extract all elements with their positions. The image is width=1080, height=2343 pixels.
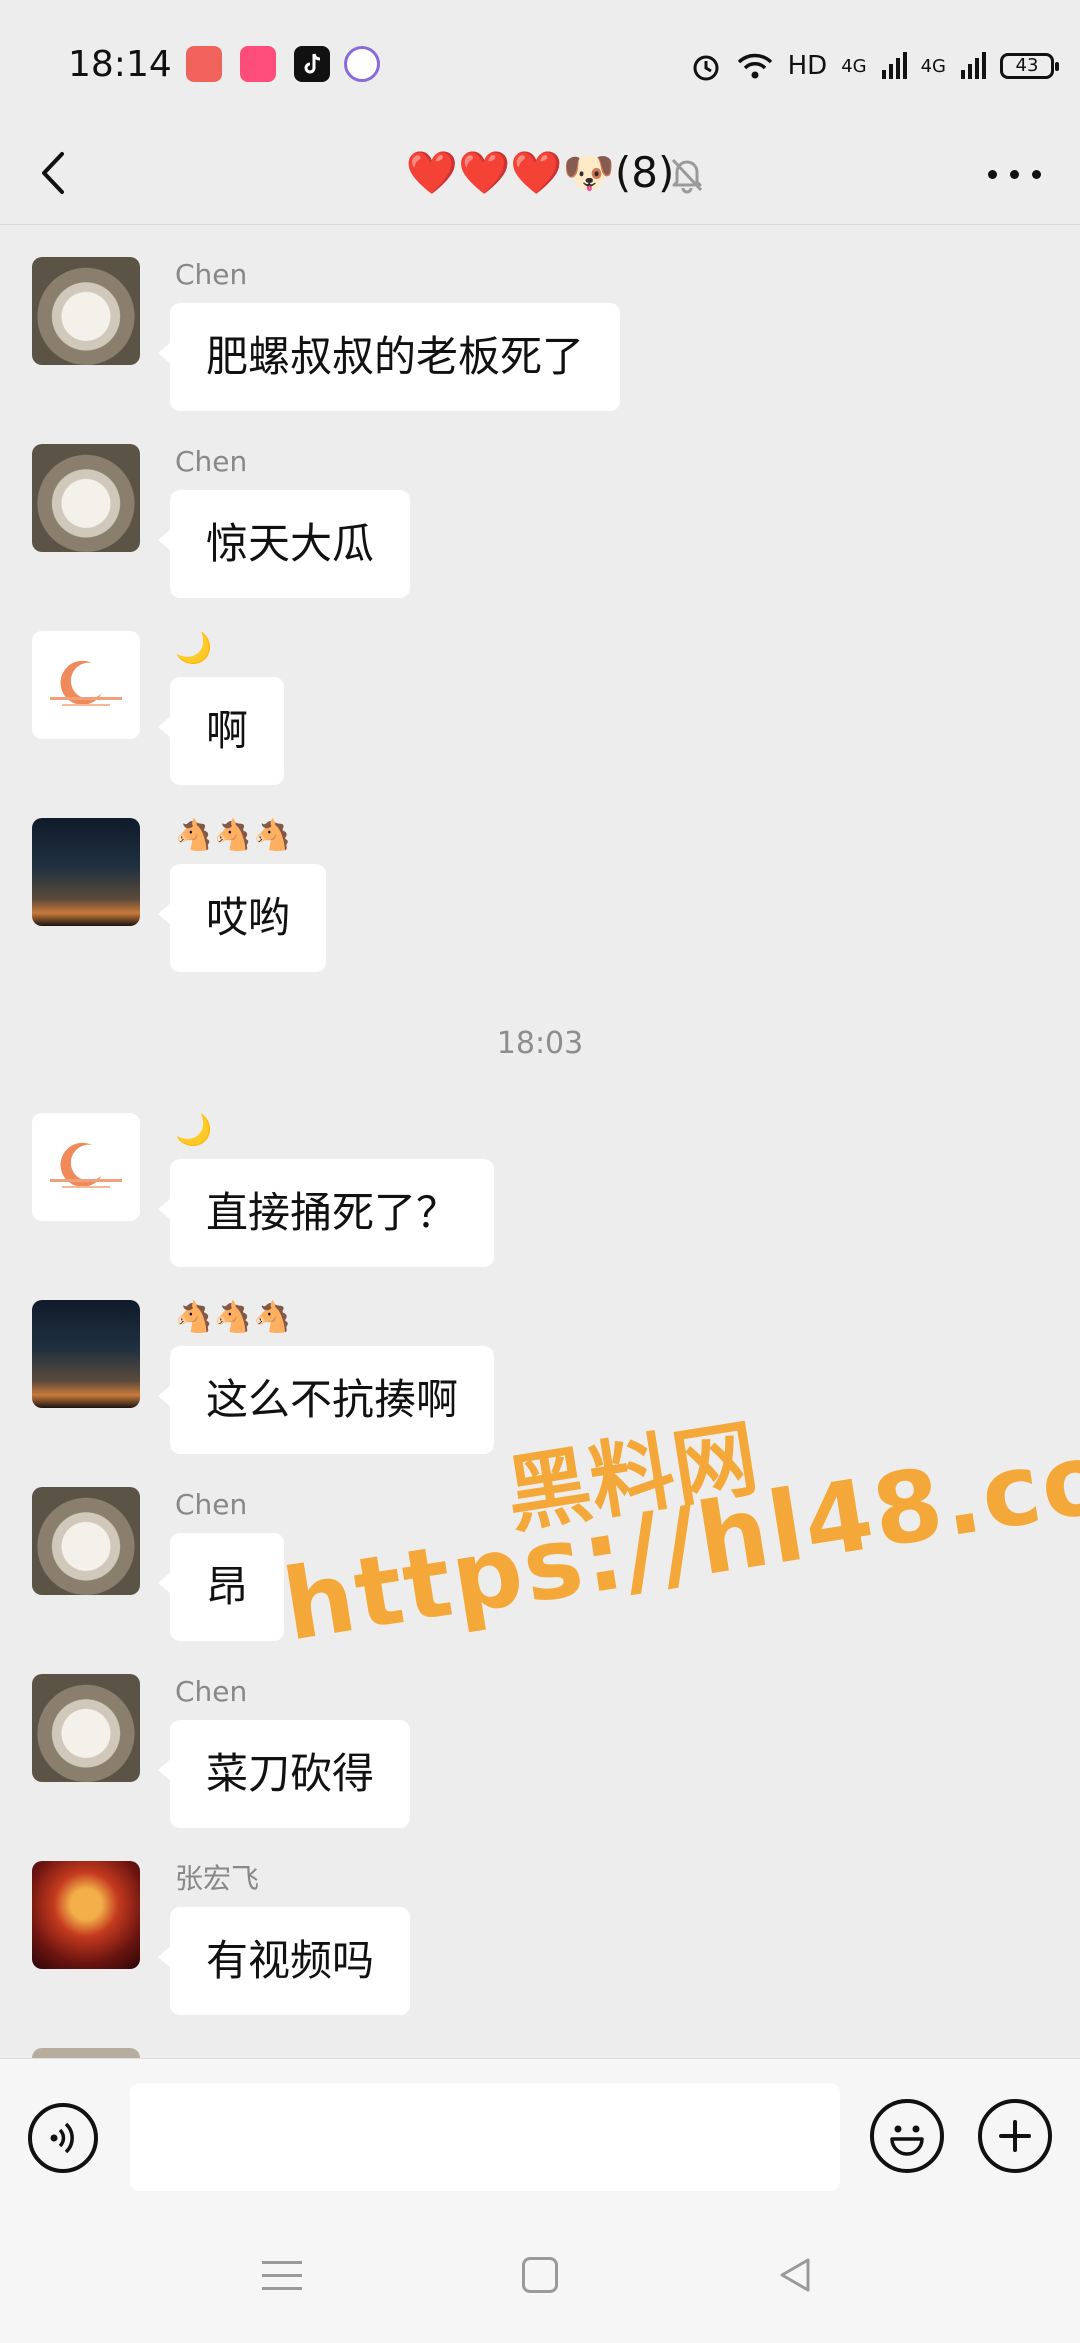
voice-button[interactable] xyxy=(28,2103,98,2173)
more-button[interactable] xyxy=(980,138,1050,208)
tiktok-icon xyxy=(294,46,330,82)
app-notification-icon xyxy=(344,46,380,82)
sender-name: 🌙 xyxy=(175,631,215,666)
message-bubble[interactable]: 直接捅死了？ xyxy=(157,1159,495,1267)
battery-indicator: 43 xyxy=(1000,53,1059,79)
signal-label: 4G xyxy=(920,55,946,77)
sender-name: Chen xyxy=(175,258,248,291)
avatar[interactable] xyxy=(32,257,140,365)
message-bubble[interactable]: 菜刀砍得 xyxy=(157,1720,411,1828)
signal-icon xyxy=(881,52,907,79)
status-indicators: HD 4G 4G 43 xyxy=(690,46,1059,86)
avatar[interactable] xyxy=(32,2048,140,2058)
sender-name: 🐴🐴🐴 xyxy=(175,818,294,853)
voice-icon xyxy=(50,2122,74,2154)
menu-icon[interactable] xyxy=(262,2259,302,2293)
message-input[interactable] xyxy=(130,2083,840,2191)
emoji-icon xyxy=(890,2125,924,2156)
avatar[interactable] xyxy=(32,1487,140,1595)
avatar[interactable] xyxy=(32,444,140,552)
sender-name: Chen xyxy=(175,1488,248,1521)
moon-logo-icon xyxy=(50,1142,122,1188)
sender-name: 🐴🐴🐴 xyxy=(175,1300,294,1335)
emoji-button[interactable] xyxy=(870,2099,944,2173)
message-bubble[interactable]: 这么不抗揍啊 xyxy=(157,1346,495,1454)
avatar[interactable] xyxy=(32,1674,140,1782)
app-notification-icon xyxy=(186,46,222,82)
plus-button[interactable] xyxy=(978,2099,1052,2173)
avatar[interactable] xyxy=(32,818,140,926)
signal-icon xyxy=(961,52,986,79)
alarm-icon xyxy=(693,55,719,81)
input-bar xyxy=(0,2058,1080,2203)
message-bubble[interactable]: 有视频吗 xyxy=(157,1907,411,2015)
chat-header: ❤️❤️❤️🐶(8) xyxy=(0,130,1080,225)
sender-name: 🌙 xyxy=(175,1113,215,1148)
avatar[interactable] xyxy=(32,631,140,739)
avatar[interactable] xyxy=(32,1113,140,1221)
wifi-icon xyxy=(737,53,772,79)
sender-name: Chen xyxy=(175,1675,248,1708)
signal-label: 4G xyxy=(841,55,867,77)
status-bar: 18:14 HD 4G 4G 43 xyxy=(0,0,1080,130)
message-bubble[interactable]: 啊 xyxy=(157,677,285,785)
bell-off-icon xyxy=(668,154,706,194)
chat-title: ❤️❤️❤️🐶(8) xyxy=(405,148,675,197)
message-bubble[interactable]: 哎哟 xyxy=(157,864,327,972)
network-label: HD xyxy=(787,51,828,81)
time-divider: 18:03 xyxy=(496,1026,584,1061)
back-triangle-icon[interactable] xyxy=(776,2255,816,2295)
sender-name: Chen xyxy=(175,445,248,478)
home-icon[interactable] xyxy=(522,2257,558,2293)
avatar[interactable] xyxy=(32,1861,140,1969)
status-time: 18:14 xyxy=(68,44,172,85)
avatar[interactable] xyxy=(32,1300,140,1408)
app-notification-icon xyxy=(240,46,276,82)
system-nav-bar xyxy=(0,2203,1080,2343)
moon-logo-icon xyxy=(50,660,122,706)
message-bubble[interactable]: 昂 xyxy=(157,1533,285,1641)
sender-name: 张宏飞 xyxy=(175,1862,260,1895)
message-bubble[interactable]: 惊天大瓜 xyxy=(157,490,411,598)
message-bubble[interactable]: 肥螺叔叔的老板死了 xyxy=(157,303,621,411)
